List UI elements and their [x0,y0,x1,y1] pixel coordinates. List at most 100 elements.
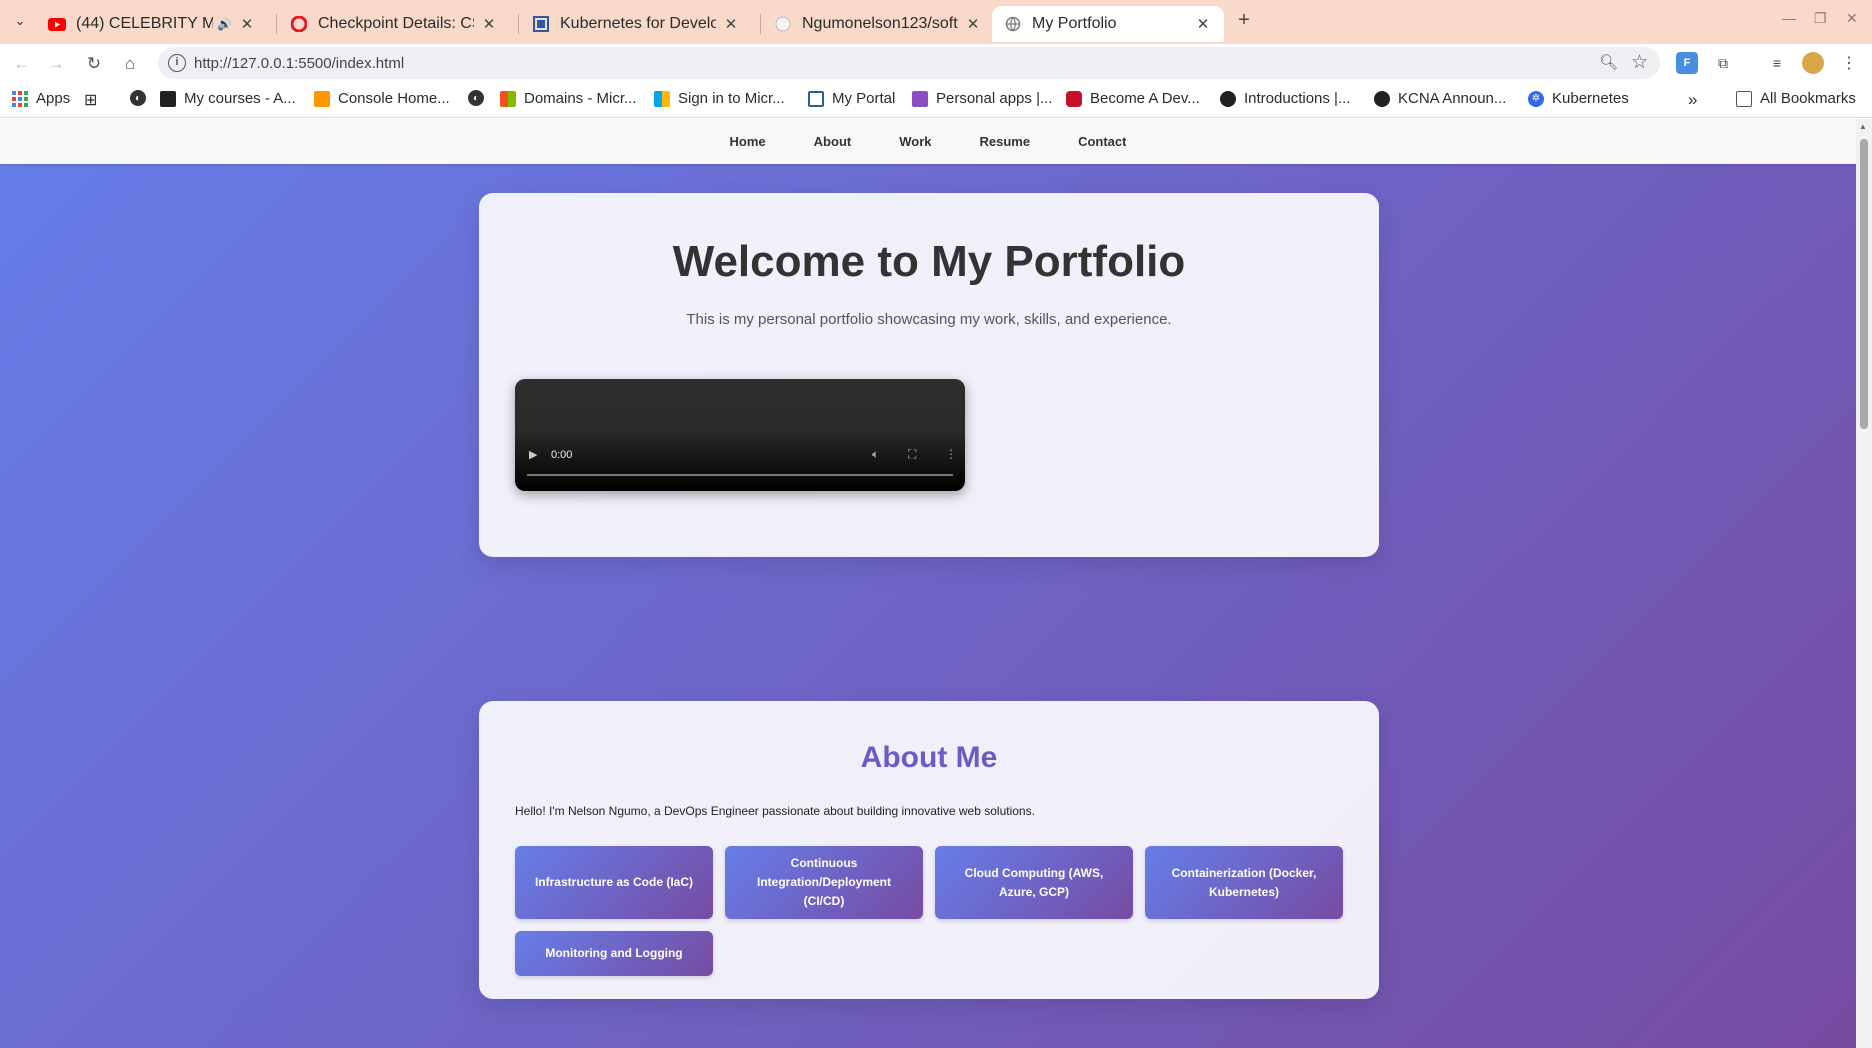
tab-checkpoint[interactable]: Checkpoint Details: CSS p ✕ [278,6,510,42]
apps-grid-icon [12,90,28,107]
bookmark-label: Introductions |... [1244,90,1351,107]
page-viewport: Home About Work Resume Contact Welcome t… [0,119,1856,1048]
bookmark-my-courses[interactable]: My courses - A... [160,90,296,107]
microsoft-icon [654,90,670,107]
nav-home[interactable]: Home [706,134,790,149]
video-time: 0:00 [551,449,573,461]
youtube-icon [48,15,66,33]
video-player[interactable]: ▶ 0:00 🔈︎ ⛶ ⋮ [515,379,965,491]
bookmark-label: Console Home... [338,90,450,107]
extension-icon[interactable]: F [1676,52,1698,74]
hero-subtitle: This is my personal portfolio showcasing… [686,311,1172,328]
globe-icon [1004,15,1022,33]
bookmarks-overflow-icon[interactable]: » [1688,90,1697,110]
scroll-up-icon[interactable]: ▲ [1859,122,1867,131]
profile-avatar[interactable] [1802,52,1824,74]
nav-work[interactable]: Work [875,134,955,149]
tab-github[interactable]: Ngumonelson123/software ✕ [762,6,994,42]
browser-toolbar: ← → ↻ ⌂ i http://127.0.0.1:5500/index.ht… [0,44,1872,82]
hero-section: Welcome to My Portfolio This is my perso… [479,193,1379,557]
new-tab-icon[interactable]: + [1232,8,1256,32]
kubernetes-icon: ✲ [1528,90,1544,107]
tab-title: My Portfolio [1032,15,1117,32]
bookmark-kubernetes[interactable]: ✲ Kubernetes [1528,90,1629,107]
bookmark-introductions[interactable]: Introductions |... [1220,90,1350,107]
apps-icon [912,90,928,107]
menu-icon[interactable]: ⋮ [1838,52,1860,74]
aws-icon [160,90,176,107]
skill-card: Continuous Integration/Deployment (CI/CD… [725,846,923,919]
bookmark-apps[interactable]: Apps [12,90,70,107]
bookmark-personal-apps[interactable]: Personal apps |... [912,90,1052,107]
speaker-icon[interactable]: 🔊 [217,17,232,31]
about-heading: About Me [860,741,998,774]
bookmark-label: Personal apps |... [936,90,1053,107]
bookmark-console-home[interactable]: Console Home... [314,90,450,107]
tab-title: Kubernetes for Developers [560,15,716,32]
cncf-icon [1374,90,1390,107]
reload-icon[interactable]: ↻ [80,50,108,78]
nav-contact[interactable]: Contact [1054,134,1150,149]
bookmark-my-portal[interactable]: My Portal [808,90,895,107]
all-bookmarks[interactable]: All Bookmarks [1736,90,1856,107]
more-options-icon[interactable]: ⋮ [945,447,957,461]
opera-icon [290,15,308,33]
forward-icon[interactable]: → [42,50,70,78]
tab-separator [760,14,761,34]
scrollbar-thumb[interactable] [1860,139,1868,429]
tab-search-icon[interactable]: ⌄ [8,9,32,33]
cncf-icon [1220,90,1236,107]
bookmark-kcna[interactable]: KCNA Announ... [1374,90,1506,107]
bookmark-label: Domains - Micr... [524,90,637,107]
play-icon[interactable]: ▶ [529,448,537,461]
bookmark-label: All Bookmarks [1760,90,1856,107]
close-window-icon[interactable]: ✕ [1846,10,1858,27]
bookmark-label: Become A Dev... [1090,90,1200,107]
site-info-icon[interactable]: i [168,54,186,72]
close-tab-icon[interactable]: ✕ [964,15,982,33]
address-bar[interactable]: i http://127.0.0.1:5500/index.html 🔍︎ ☆ [158,47,1660,79]
extensions-puzzle-icon[interactable]: ⧉ [1712,52,1734,74]
bookmarks-bar: Apps ⊞ ◐ My courses - A... Console Home.… [0,82,1872,118]
bookmark-globe-2[interactable]: ◐ [468,90,492,106]
folder-icon [1736,90,1752,107]
tab-youtube[interactable]: (44) CELEBRITY MELTDOWN 🔊 ✕ [36,6,268,42]
video-progress-bar[interactable] [527,474,953,476]
close-tab-icon[interactable]: ✕ [238,15,256,33]
nav-about[interactable]: About [790,134,876,149]
tab-title: (44) CELEBRITY MELTDOWN [76,15,214,32]
skill-card: Cloud Computing (AWS, Azure, GCP) [935,846,1133,919]
bookmark-sign-in-microsoft[interactable]: Sign in to Micr... [654,90,785,107]
media-control-icon[interactable]: ≡ [1766,52,1788,74]
close-tab-icon[interactable]: ✕ [722,15,740,33]
volume-icon[interactable]: 🔈︎ [872,447,879,462]
close-tab-icon[interactable]: ✕ [480,15,498,33]
bookmark-label: Apps [36,90,71,107]
bookmark-globe[interactable]: ◐ [130,90,154,106]
fullscreen-icon[interactable]: ⛶ [908,447,916,462]
bookmark-grid[interactable]: ⊞ [84,90,97,110]
tab-title: Checkpoint Details: CSS p [318,15,474,32]
bookmark-page-icon [532,15,550,33]
tab-kubernetes-devs[interactable]: Kubernetes for Developers ✕ [520,6,752,42]
tab-title: Ngumonelson123/software [802,15,958,32]
bookmark-become-a-dev[interactable]: Become A Dev... [1066,90,1200,107]
nav-resume[interactable]: Resume [955,134,1054,149]
bookmark-domains[interactable]: Domains - Micr... [500,90,637,107]
url-text[interactable]: http://127.0.0.1:5500/index.html [194,55,404,72]
cube-icon [1066,90,1082,107]
close-tab-icon[interactable]: ✕ [1194,15,1212,33]
bookmark-label: Kubernetes [1552,90,1629,107]
overflow-label: » [1688,90,1698,109]
restore-icon[interactable]: ❐ [1814,10,1827,27]
bookmark-star-icon[interactable]: ☆ [1631,51,1648,74]
tab-separator [276,14,277,34]
github-icon [774,15,792,33]
zoom-icon[interactable]: 🔍︎ [1599,53,1618,71]
page-scrollbar[interactable]: ▲ [1856,119,1872,1048]
back-icon[interactable]: ← [8,50,36,78]
tab-my-portfolio[interactable]: My Portfolio ✕ [992,6,1224,42]
bookmark-label: Sign in to Micr... [678,90,785,107]
minimize-icon[interactable]: — [1782,10,1796,26]
home-icon[interactable]: ⌂ [116,50,144,78]
